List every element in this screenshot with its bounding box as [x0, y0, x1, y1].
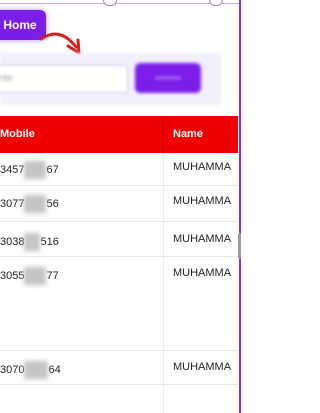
- cell-mobile: 3038 516: [0, 233, 59, 251]
- cell-mobile: 3055 77: [0, 267, 59, 285]
- cell-name: MUHAMMA: [173, 233, 232, 245]
- cell-mobile: 3457 67: [0, 161, 59, 179]
- resize-handle[interactable]: [103, 0, 117, 6]
- search-placeholder: nte: [0, 73, 13, 84]
- scrollbar-thumb[interactable]: [238, 233, 241, 259]
- table-row[interactable]: 3070 64 MUHAMMA: [0, 351, 238, 385]
- redaction-mask: [24, 361, 49, 379]
- table-row[interactable]: 3077 56 MUHAMMA: [0, 186, 238, 222]
- redaction-mask: [24, 161, 47, 179]
- redaction-mask: [24, 233, 41, 251]
- top-divider: [0, 3, 241, 4]
- cell-name: MUHAMMA: [173, 267, 232, 279]
- table-row[interactable]: 3038 516 MUHAMMA: [0, 222, 238, 257]
- resize-handle[interactable]: [209, 0, 223, 6]
- search-input[interactable]: nte: [0, 65, 128, 93]
- search-button-label: [155, 77, 181, 79]
- table-header: Mobile Name: [0, 116, 238, 153]
- right-border: [239, 0, 241, 413]
- cell-mobile: 3077 56: [0, 195, 59, 213]
- results-table: Mobile Name: [0, 116, 238, 153]
- cell-name: MUHAMMA: [173, 161, 232, 173]
- header-divider: [163, 116, 164, 153]
- table-row[interactable]: 3457 67 MUHAMMA: [0, 153, 238, 186]
- redaction-mask: [24, 267, 47, 285]
- cell-name: MUHAMMA: [173, 195, 232, 207]
- column-header-mobile: Mobile: [0, 128, 35, 140]
- cell-name: MUHAMMA: [173, 361, 232, 373]
- search-button[interactable]: [135, 63, 201, 93]
- screenshot-frame: Home nte Mobile Name 3457 67 MUHAMMA 3077…: [0, 0, 241, 413]
- cell-mobile: 3070 64: [0, 361, 61, 379]
- column-header-name: Name: [173, 128, 203, 140]
- redaction-mask: [24, 195, 47, 213]
- table-row[interactable]: 3055 77 MUHAMMA: [0, 257, 238, 351]
